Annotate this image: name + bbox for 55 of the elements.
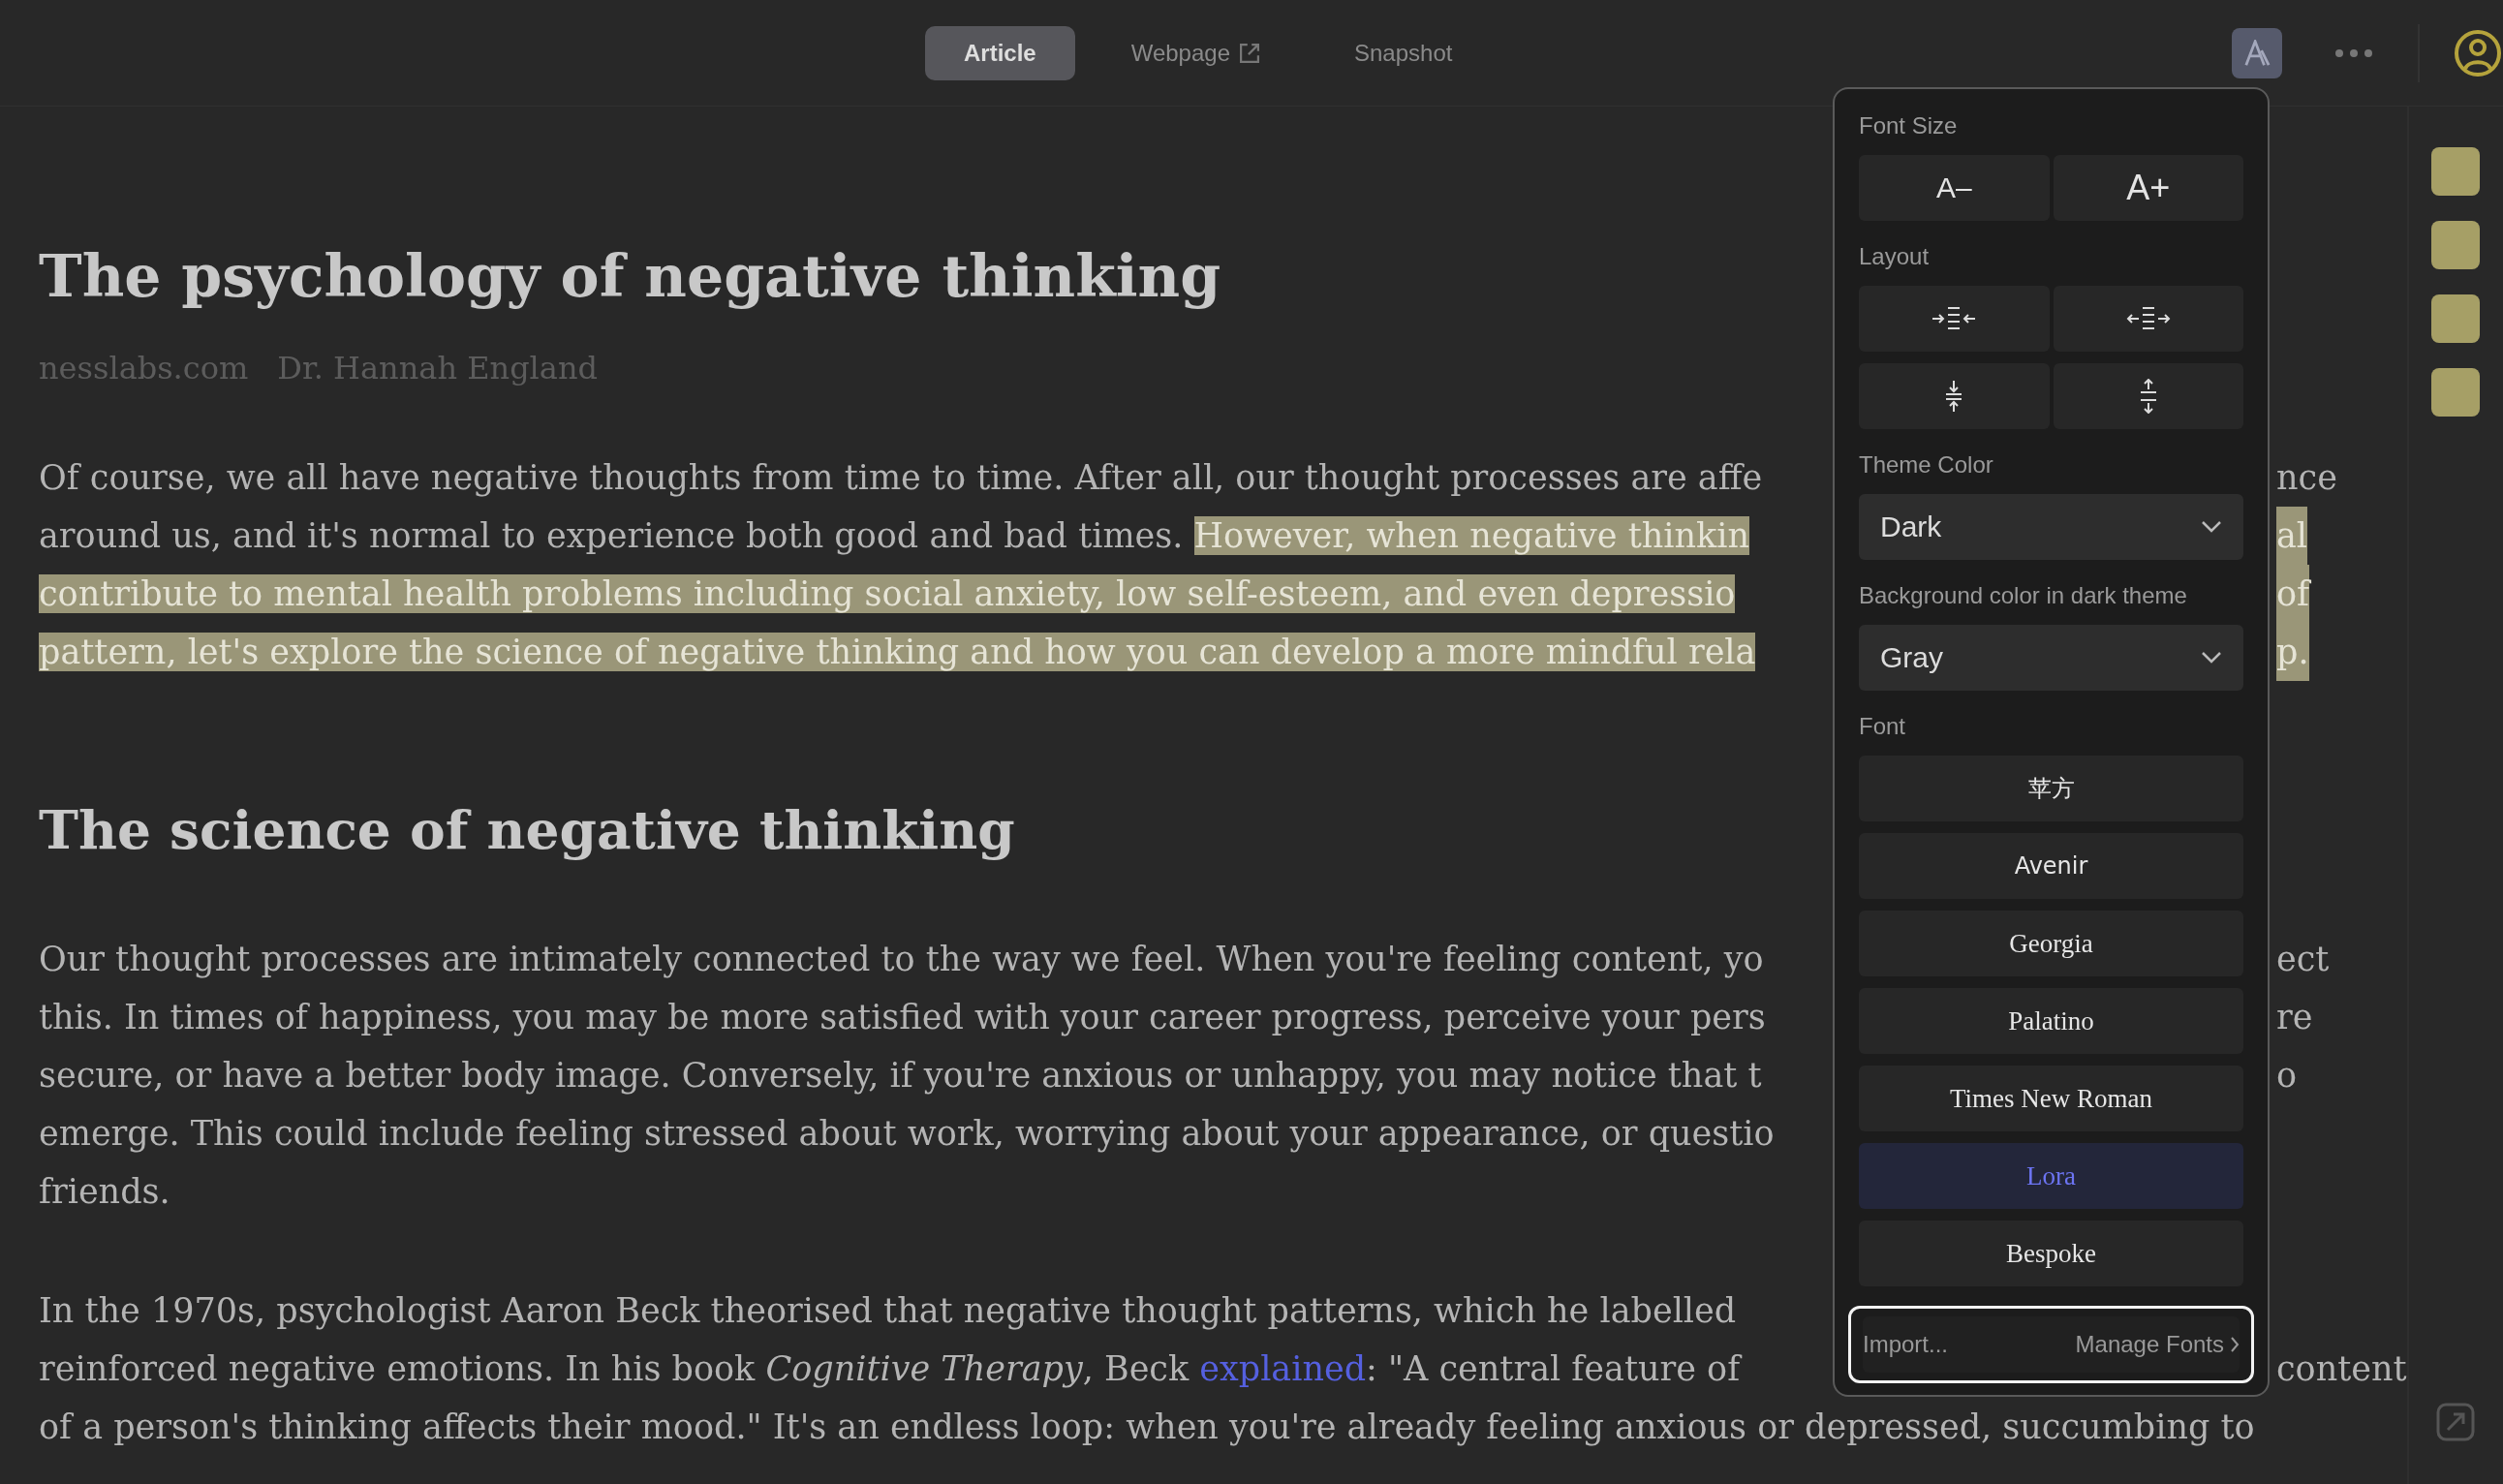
chevron-down-icon [2201, 520, 2222, 534]
article-text-fragment: re [2276, 997, 2313, 1038]
increase-spacing-icon [2139, 379, 2157, 414]
section-label: Layout [1859, 242, 1931, 271]
article-text-fragment: al [2276, 507, 2308, 565]
chevron-right-icon [2230, 1336, 2240, 1353]
article-title: The psychology of negative thinking [39, 241, 1221, 312]
tab[interactable]: Snapshot [1315, 25, 1492, 80]
article-text-line: of a person's thinking affects their mood." It's an endless loop: when you're already feeling anxious or depressed, succumbing to [39, 1407, 2255, 1448]
highlight-note-icon[interactable] [2431, 368, 2481, 417]
article-text-line: around us, and it's normal to experience both good and bad times. However, when negative thinkin [39, 515, 1749, 557]
article-text-fragment: content [2276, 1348, 2407, 1390]
section-label: Font Size [1859, 111, 1959, 140]
article-text-fragment: o [2276, 1055, 2298, 1097]
font-option[interactable]: Times New Roman [1859, 1066, 2243, 1131]
highlight-note-icon[interactable] [2431, 221, 2481, 269]
font-settings-button[interactable] [2232, 27, 2282, 78]
section-label: Theme Color [1859, 450, 1994, 479]
article-text-fragment: ect [2276, 939, 2330, 980]
font-settings-icon [2243, 39, 2271, 67]
chevron-down-icon [2201, 651, 2222, 665]
import-link[interactable]: Import... [1863, 1331, 1949, 1358]
theme-color-dropdown[interactable]: Dark [1859, 494, 2243, 560]
article-text-line: friends. [39, 1171, 170, 1213]
article-text-line: emerge. This could include feeling stressed about work, worrying about your appearance, or questio [39, 1113, 1775, 1155]
section-label: Background color in dark theme [1859, 581, 2188, 610]
font-size-button[interactable]: A– [1859, 155, 2050, 221]
tab[interactable]: Webpage [1092, 25, 1298, 80]
more-icon[interactable] [2334, 47, 2373, 58]
highlight-note-icon[interactable] [2431, 294, 2481, 343]
article-text-line: Of course, we all have negative thoughts from time to time. After all, our thought processes are affe [39, 457, 1763, 499]
article-text-line: secure, or have a better body image. Conversely, if you're anxious or unhappy, you may notice that t [39, 1055, 1762, 1097]
font-option[interactable]: Avenir [1859, 833, 2243, 899]
font-option[interactable]: 苹方 [1859, 756, 2243, 821]
font-size-button[interactable]: A+ [2053, 155, 2243, 221]
highlight-note-icon[interactable] [2431, 147, 2481, 196]
article-text-line: In the 1970s, psychologist Aaron Beck theorised that negative thought patterns, which he labelled [39, 1290, 1737, 1332]
article-text-line: reinforced negative emotions. In his book Cognitive Therapy, Beck explained: "A central feature of [39, 1348, 1741, 1390]
widen-width-icon [2125, 307, 2171, 330]
section-label: Font [1859, 712, 1907, 741]
font-option[interactable]: Bespoke [1859, 1221, 2243, 1286]
account-icon[interactable] [2453, 27, 2503, 78]
article-text-line: this. In times of happiness, you may be more satisfied with your career progress, perceive your pers [39, 997, 1766, 1038]
narrow-width-icon [1931, 307, 1977, 330]
manage-fonts-link[interactable]: Manage Fonts [2075, 1331, 2240, 1358]
article-text-fragment: nce [2276, 457, 2337, 499]
article-text-line: Our thought processes are intimately connected to the way we feel. When you're feeling content, yo [39, 939, 1764, 980]
decrease-spacing-icon [1945, 380, 1963, 413]
article-text-fragment: p. [2276, 623, 2309, 681]
font-option[interactable]: Lora [1859, 1143, 2243, 1209]
tab[interactable]: Article [925, 25, 1075, 80]
font-option[interactable]: Palatino [1859, 988, 2243, 1054]
background-color-dropdown[interactable]: Gray [1859, 625, 2243, 691]
font-option[interactable]: Georgia [1859, 911, 2243, 976]
section-heading: The science of negative thinking [39, 797, 1015, 863]
